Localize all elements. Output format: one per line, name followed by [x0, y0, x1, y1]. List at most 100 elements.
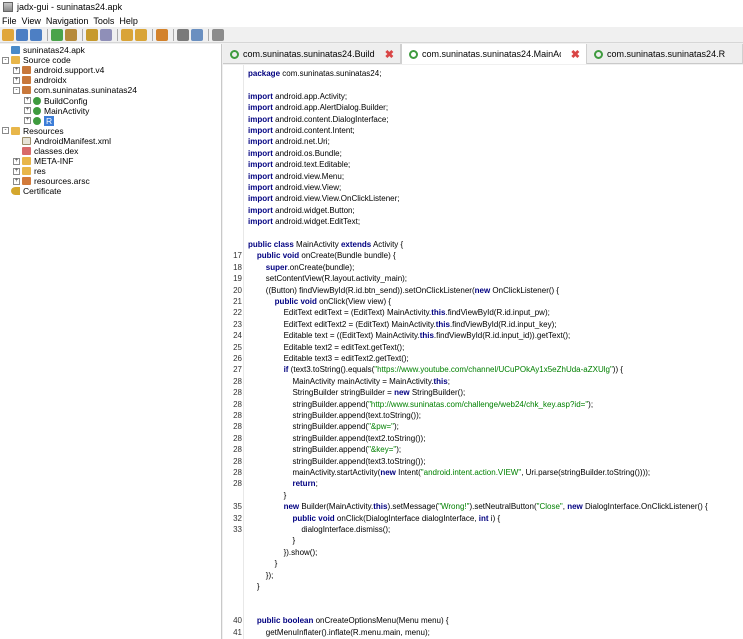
- code-text: super.onCreate(bundle);: [265, 262, 355, 272]
- code-text: stringBuilder.append(text2.toString());: [248, 433, 426, 443]
- menu-bar: File View Navigation Tools Help: [0, 14, 743, 27]
- line-number: 17: [233, 251, 242, 261]
- back-icon[interactable]: [121, 28, 133, 41]
- code-line: import android.os.Bundle;: [223, 148, 743, 159]
- line-number: 24: [233, 331, 242, 341]
- code-text: public void onClick(View view) {: [274, 297, 392, 306]
- close-tab-icon[interactable]: ✖: [385, 48, 394, 61]
- line-number: 28: [233, 433, 242, 443]
- tree-node[interactable]: - Resources: [0, 126, 221, 136]
- line-number: 23: [233, 319, 242, 329]
- folder-icon: [22, 157, 31, 166]
- code-line: 24 Editable text = ((EditText) MainActiv…: [223, 330, 743, 341]
- expand-icon[interactable]: +: [13, 76, 20, 84]
- code-text: ((Button) findViewById(R.id.btn_send)).s…: [248, 285, 560, 295]
- deobfuscation-icon[interactable]: [156, 28, 168, 41]
- toolbar-separator: [208, 28, 209, 41]
- save-all-icon[interactable]: [30, 28, 42, 41]
- tree-node[interactable]: classes.dex: [0, 146, 221, 156]
- folder-icon: [22, 167, 31, 176]
- find-icon[interactable]: [100, 28, 112, 41]
- log-icon[interactable]: [177, 28, 189, 41]
- code-line: 21 public void onClick(View view) {: [223, 296, 743, 307]
- menu-file[interactable]: File: [2, 16, 17, 26]
- editor-tabs: com.suninatas.suninatas24.BuildConfig✖co…: [223, 44, 743, 64]
- preferences-icon[interactable]: [191, 28, 203, 41]
- collapse-icon[interactable]: -: [2, 56, 9, 64]
- expand-icon[interactable]: +: [13, 167, 20, 175]
- collapse-icon[interactable]: -: [13, 86, 20, 94]
- sync-icon[interactable]: [51, 28, 63, 41]
- code-text: }: [248, 490, 287, 500]
- expand-icon[interactable]: +: [13, 157, 20, 165]
- code-text: import android.app.Activity;: [248, 91, 348, 101]
- code-text: Editable text = ((EditText) MainActivity…: [248, 331, 571, 341]
- expand-icon[interactable]: +: [13, 177, 20, 185]
- flatten-icon[interactable]: [65, 28, 77, 41]
- editor-tab[interactable]: com.suninatas.suninatas24.MainActivity ✖: [401, 44, 587, 64]
- code-text: Editable text3 = editText2.getText();: [248, 354, 409, 363]
- code-text: package com.suninatas.suninatas24;: [248, 69, 382, 78]
- line-number: 41: [233, 627, 242, 637]
- expand-icon[interactable]: +: [24, 107, 31, 115]
- code-text: StringBuilder stringBuilder = new String…: [248, 388, 466, 398]
- search-icon[interactable]: [86, 28, 98, 41]
- tree-node[interactable]: AndroidManifest.xml: [0, 136, 221, 146]
- menu-tools[interactable]: Tools: [93, 16, 114, 26]
- res-icon: [22, 177, 31, 186]
- code-line: 28 return;: [223, 478, 743, 489]
- editor-tab[interactable]: com.suninatas.suninatas24.R: [587, 44, 743, 64]
- line-number: 33: [233, 525, 242, 534]
- code-editor[interactable]: package com.suninatas.suninatas24; import…: [223, 65, 743, 639]
- folder-icon: [11, 126, 20, 135]
- expand-icon[interactable]: +: [13, 66, 20, 74]
- code-text: import android.view.Menu;: [248, 171, 345, 181]
- code-line: 28 stringBuilder.append("&pw=");: [223, 421, 743, 432]
- tree-node[interactable]: Certificate: [0, 186, 221, 196]
- open-icon[interactable]: [2, 28, 14, 41]
- editor-tab[interactable]: com.suninatas.suninatas24.BuildConfig ✖: [223, 44, 401, 64]
- key-icon[interactable]: [212, 28, 224, 41]
- tree-node[interactable]: + android.support.v4: [0, 65, 221, 75]
- folder-icon: [11, 56, 20, 65]
- toolbar-separator: [152, 28, 153, 41]
- code-text: import android.view.View;: [248, 183, 342, 192]
- jadx-app-icon: [3, 2, 13, 12]
- tree-node[interactable]: + MainActivity: [0, 106, 221, 116]
- line-number: 18: [233, 262, 242, 272]
- tree-node[interactable]: suninatas24.apk: [0, 45, 221, 55]
- code-text: public class MainActivity extends Activi…: [248, 240, 404, 249]
- tree-node-label: androidx: [34, 75, 67, 86]
- code-line: package com.suninatas.suninatas24;: [223, 68, 743, 79]
- save-icon[interactable]: [16, 28, 28, 41]
- code-line: 19 setContentView(R.layout.activity_main…: [223, 273, 743, 284]
- tree-node[interactable]: + androidx: [0, 75, 221, 85]
- tree-node[interactable]: + res: [0, 166, 221, 176]
- collapse-icon[interactable]: -: [2, 127, 9, 135]
- project-tree[interactable]: suninatas24.apk - Source code + android.supp…: [0, 44, 222, 639]
- class-icon: [409, 49, 418, 59]
- tree-node[interactable]: - com.suninatas.suninatas24: [0, 85, 221, 95]
- tree-node[interactable]: + BuildConfig: [0, 95, 221, 106]
- code-line: 23 EditText editText2 = (EditText) MainA…: [223, 319, 743, 330]
- tree-node[interactable]: + R: [0, 115, 221, 126]
- tree-node[interactable]: + resources.arsc: [0, 176, 221, 186]
- tab-label: com.suninatas.suninatas24.R: [607, 49, 726, 59]
- menu-help[interactable]: Help: [119, 16, 138, 26]
- forward-icon[interactable]: [135, 28, 147, 41]
- menu-navigation[interactable]: Navigation: [46, 16, 89, 26]
- code-line: });: [223, 570, 743, 581]
- menu-view[interactable]: View: [22, 16, 41, 26]
- code-line: }: [223, 558, 743, 569]
- code-line: import android.view.View;: [223, 182, 743, 193]
- tree-node[interactable]: - Source code: [0, 55, 221, 65]
- close-tab-icon[interactable]: ✖: [571, 48, 580, 61]
- line-number: 28: [233, 468, 242, 477]
- tree-node[interactable]: + META-INF: [0, 156, 221, 166]
- expand-icon[interactable]: +: [24, 117, 31, 125]
- toolbar-separator: [173, 28, 174, 41]
- code-line: }: [223, 490, 743, 501]
- expand-icon[interactable]: +: [24, 97, 31, 105]
